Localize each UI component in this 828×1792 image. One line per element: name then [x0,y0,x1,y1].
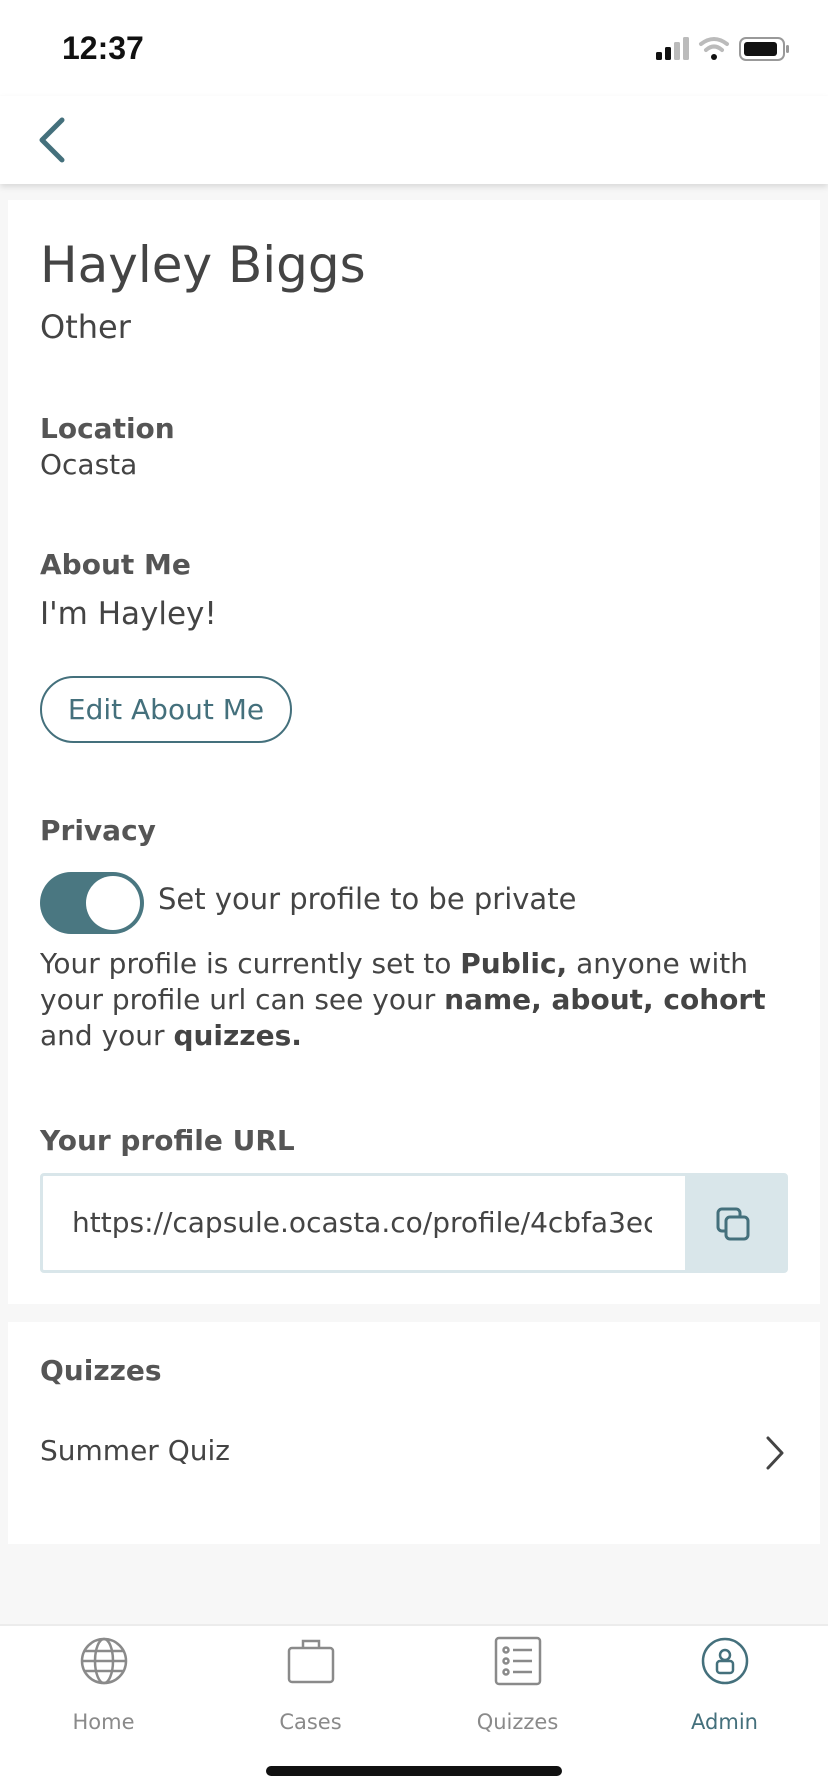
about-label: About Me [40,548,191,581]
quiz-title: Summer Quiz [40,1434,230,1467]
privacy-public-status: Public, [460,947,568,980]
status-bar: 12:37 [0,0,828,96]
location-label: Location [40,412,175,445]
wifi-icon [699,37,729,60]
privacy-label: Privacy [40,814,156,847]
privacy-toggle[interactable] [40,872,144,934]
chevron-left-icon [39,117,65,163]
tab-cases[interactable]: Cases [207,1626,414,1746]
quizzes-label: Quizzes [40,1354,162,1387]
toggle-knob [86,876,140,930]
home-indicator [266,1766,562,1776]
tab-quizzes-label: Quizzes [476,1710,559,1734]
back-button[interactable] [30,112,80,168]
status-icons [656,36,792,64]
status-time: 12:37 [62,30,144,66]
tab-home[interactable]: Home [0,1626,207,1746]
chevron-right-icon [766,1436,784,1470]
tab-quizzes[interactable]: Quizzes [414,1626,621,1746]
tab-home-label: Home [72,1710,135,1734]
about-value: I'm Hayley! [40,596,217,632]
battery-icon [739,37,789,61]
copy-icon [716,1207,750,1241]
quizzes-card: Quizzes Summer Quiz [8,1322,820,1544]
signal-icon [656,37,689,60]
copy-url-button[interactable] [685,1176,785,1270]
profile-name: Hayley Biggs [40,236,366,294]
profile-url-label: Your profile URL [40,1124,295,1157]
edit-about-button[interactable]: Edit About Me [40,676,292,743]
privacy-text-part: Your profile is currently set to [40,947,461,980]
privacy-toggle-label: Set your profile to be private [158,882,577,916]
tab-admin[interactable]: Admin [621,1626,828,1746]
tab-admin-label: Admin [691,1710,758,1734]
top-nav-bar [0,96,828,184]
profile-card: Hayley Biggs Other Location Ocasta About… [8,200,820,1304]
quiz-list-item[interactable]: Summer Quiz [8,1410,820,1500]
privacy-text-part: and your [40,1019,174,1052]
profile-url-field[interactable]: https://capsule.ocasta.co/profile/4cbfa3… [40,1173,788,1273]
tab-cases-label: Cases [279,1710,342,1734]
privacy-visible-fields: name, about, cohort [444,983,766,1016]
profile-role: Other [40,308,131,346]
user-circle-icon [701,1637,749,1685]
globe-icon [80,1637,128,1685]
list-icon [494,1636,542,1686]
privacy-description: Your profile is currently set to Public,… [40,946,800,1054]
profile-url-value[interactable]: https://capsule.ocasta.co/profile/4cbfa3… [72,1206,652,1239]
location-value: Ocasta [40,448,138,481]
privacy-visible-quizzes: quizzes. [173,1019,302,1052]
briefcase-icon [287,1639,335,1684]
